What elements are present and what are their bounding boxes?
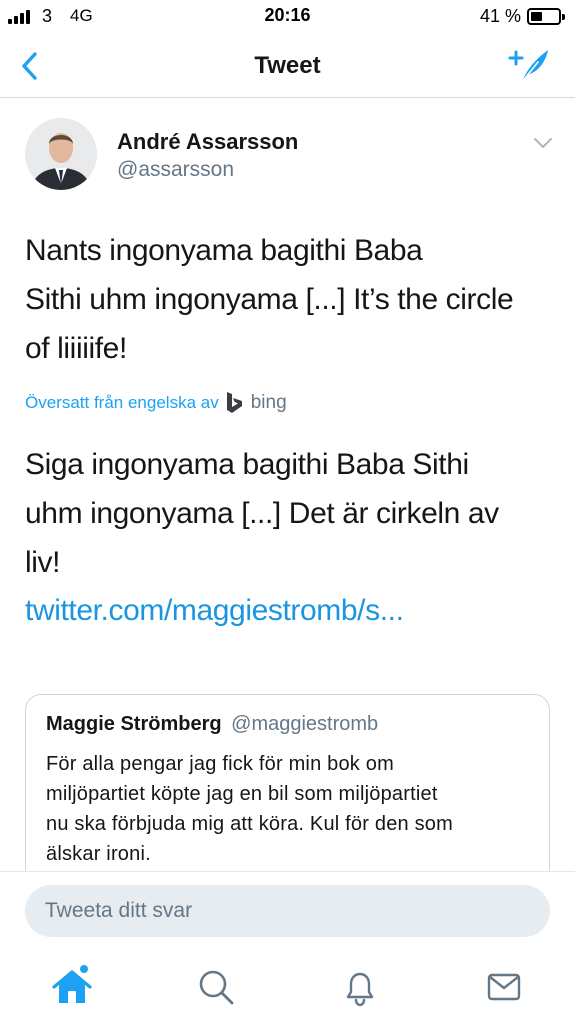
tab-bar <box>0 951 575 1024</box>
bing-logo-icon <box>226 392 242 413</box>
tab-messages[interactable] <box>480 963 528 1011</box>
home-icon <box>52 965 92 1003</box>
page-title: Tweet <box>254 52 321 79</box>
quoted-tweet-card[interactable]: Maggie Strömberg @maggiestromb För alla … <box>25 694 550 894</box>
mail-icon <box>487 973 521 1001</box>
bell-icon <box>346 972 374 1007</box>
search-icon <box>199 970 234 1005</box>
tweet-text-line: Nants ingonyama bagithi Baba <box>25 234 423 267</box>
tweet-text: Nants ingonyama bagithi Baba Sithi uhm i… <box>25 226 555 373</box>
tweet-text-line: Sithi uhm ingonyama [...] It’s the circl… <box>25 283 514 316</box>
battery-icon <box>527 8 565 25</box>
translated-by-label: Översatt från engelska av <box>25 393 219 412</box>
status-bar: 3 4G 20:16 41 % <box>0 0 575 36</box>
translated-text-line: liv! <box>25 546 61 579</box>
author-name[interactable]: André Assarsson <box>117 129 298 155</box>
quoted-author-handle: @maggiestromb <box>231 713 379 735</box>
quoted-text-line: nu ska förbjuda mig att köra. Kul för de… <box>46 813 453 835</box>
navigation-bar: Tweet <box>0 36 575 98</box>
tab-search[interactable] <box>192 963 240 1011</box>
compose-tweet-icon[interactable] <box>508 46 552 86</box>
author-handle[interactable]: @assarsson <box>117 158 234 182</box>
translated-tweet-text: Siga ingonyama bagithi Baba Sithi uhm in… <box>25 440 555 587</box>
battery-fill <box>531 12 542 21</box>
author-avatar[interactable] <box>25 118 97 190</box>
translation-attribution: Översatt från engelska av bing <box>25 390 287 416</box>
quoted-text-line: älskar ironi. <box>46 843 151 865</box>
tweet-text-line: of liiiiife! <box>25 332 127 365</box>
translated-text-line: uhm ingonyama [...] Det är cirkeln av <box>25 497 499 530</box>
reply-bar: Tweeta ditt svar <box>0 871 575 951</box>
translator-name: bing <box>250 392 287 413</box>
tweet-link[interactable]: twitter.com/maggiestromb/s... <box>25 594 404 628</box>
reply-input[interactable]: Tweeta ditt svar <box>25 885 550 937</box>
translated-text-line: Siga ingonyama bagithi Baba Sithi <box>25 448 469 481</box>
quoted-text-line: miljöpartiet köpte jag en bil som miljöp… <box>46 783 438 805</box>
tab-home[interactable] <box>48 963 96 1011</box>
quoted-author-name: Maggie Strömberg <box>46 713 222 735</box>
tab-notifications[interactable] <box>336 963 384 1011</box>
notification-badge <box>80 965 88 973</box>
quoted-tweet-text: För alla pengar jag fick för min bok om … <box>46 749 536 869</box>
chevron-down-icon[interactable] <box>531 134 555 152</box>
battery-percent: 41 % <box>480 6 522 26</box>
quoted-tweet-header: Maggie Strömberg @maggiestromb <box>46 713 378 736</box>
quoted-text-line: För alla pengar jag fick för min bok om <box>46 753 394 775</box>
